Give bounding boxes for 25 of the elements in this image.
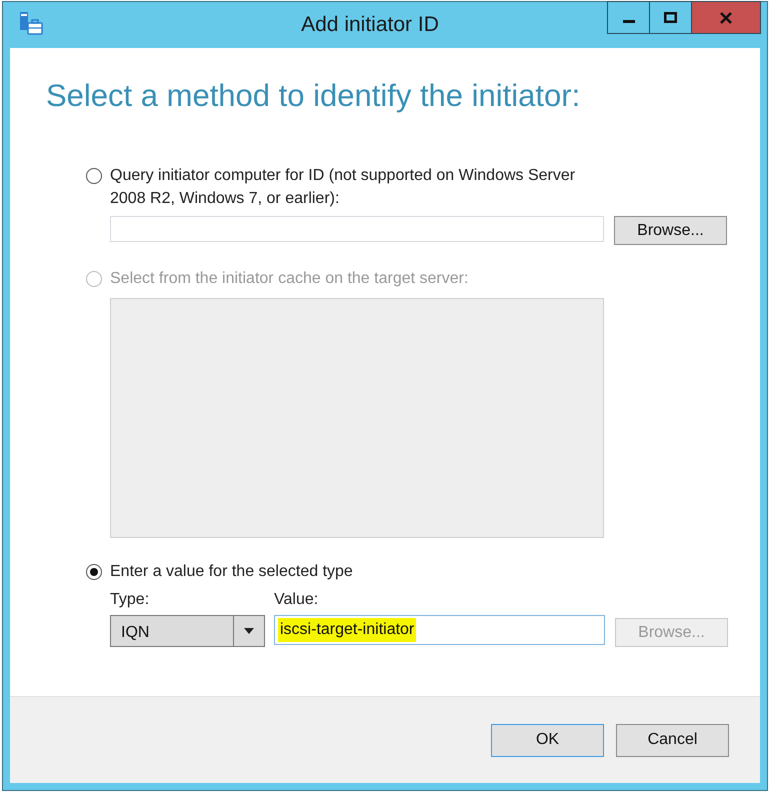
maximize-button[interactable]: [649, 1, 692, 34]
minimize-icon: [622, 20, 634, 23]
option-label: Query initiator computer for ID (not supported on Windows Server 2008 R2, Windows 7, or earlier):: [110, 166, 576, 209]
type-dropdown[interactable]: IQN: [110, 615, 265, 647]
dialog-button[interactable]: OK: [491, 724, 604, 756]
option-label: Select from the initiator cache on the target server:: [110, 269, 468, 289]
window-title: Add initiator ID: [301, 13, 439, 37]
dialog-heading: Select a method to identify the initiator:: [46, 78, 582, 114]
radio-option[interactable]: Query initiator computer for ID (not supported on Windows Server 2008 R2, Windows 7, or earlier):: [86, 166, 760, 210]
dialog-button[interactable]: Cancel: [616, 724, 729, 756]
radio-button[interactable]: [86, 168, 102, 184]
maximize-icon: [664, 12, 677, 23]
radio-option[interactable]: Enter a value for the selected type: [86, 562, 760, 583]
server-briefcase-icon: [18, 11, 44, 37]
type-label: Type:: [110, 591, 150, 609]
close-button[interactable]: [691, 1, 761, 34]
value-label: Value:: [274, 591, 318, 609]
value-field[interactable]: iscsi-target-initiator: [274, 615, 605, 645]
caret-icon: [244, 628, 254, 634]
minimize-button[interactable]: [607, 1, 650, 34]
radio-button[interactable]: [86, 564, 102, 580]
option-label: Enter a value for the selected type: [110, 562, 353, 582]
initiator-computer-field[interactable]: [110, 216, 604, 242]
close-icon: [720, 12, 732, 24]
browse-button[interactable]: Browse...: [614, 216, 727, 245]
